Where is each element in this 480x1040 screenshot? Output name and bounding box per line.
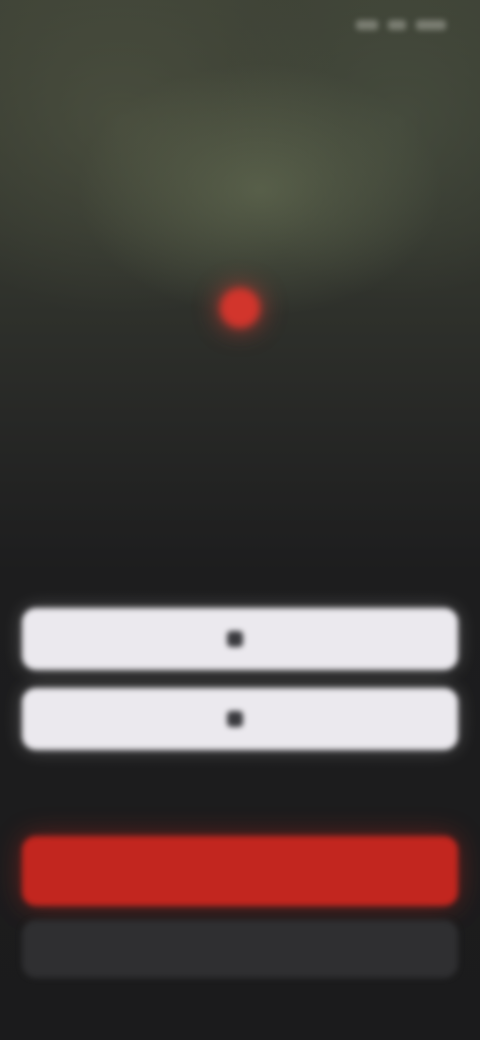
app-logo <box>150 282 330 362</box>
login-screen <box>0 0 480 1040</box>
primary-action-button[interactable] <box>22 836 458 906</box>
sign-in-provider-one-button[interactable] <box>22 608 458 670</box>
logo-mark-icon <box>220 288 260 328</box>
provider-one-icon <box>227 631 243 647</box>
secondary-action-button[interactable] <box>22 920 458 978</box>
status-icons <box>356 20 446 30</box>
sign-in-provider-two-button[interactable] <box>22 688 458 750</box>
wifi-icon <box>388 20 406 30</box>
status-bar <box>0 0 480 48</box>
battery-icon <box>416 20 446 30</box>
signal-icon <box>356 20 378 30</box>
provider-two-icon <box>227 711 243 727</box>
